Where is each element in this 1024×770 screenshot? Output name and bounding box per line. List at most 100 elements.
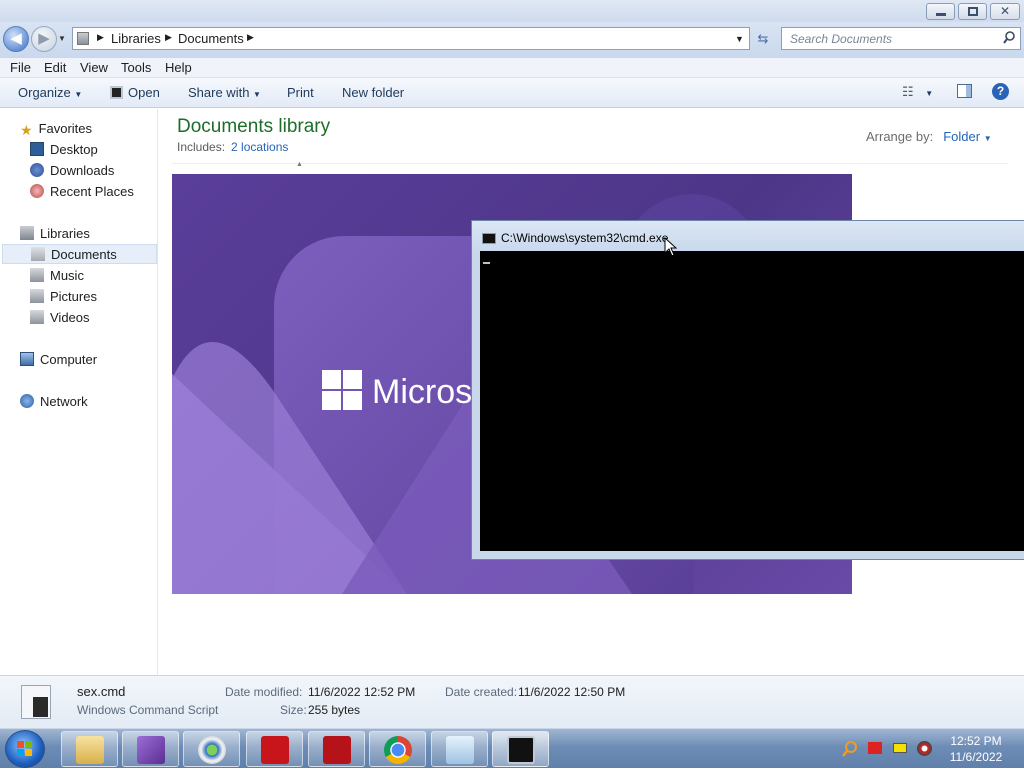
help-button[interactable]: ? xyxy=(992,83,1009,100)
pictures-icon xyxy=(30,289,44,303)
includes-locations-link[interactable]: 2 locations xyxy=(231,140,288,154)
search-box[interactable]: Search Documents xyxy=(781,27,1021,50)
nav-libraries-label: Libraries xyxy=(40,226,90,241)
share-with-button[interactable]: Share with ▼ xyxy=(188,85,261,100)
details-pane: sex.cmd Windows Command Script Date modi… xyxy=(0,675,1024,728)
minimize-icon xyxy=(936,13,946,16)
nav-videos[interactable]: Videos xyxy=(30,308,90,328)
close-button[interactable]: ✕ xyxy=(990,3,1020,20)
nav-pictures[interactable]: Pictures xyxy=(30,287,97,307)
nav-network-label: Network xyxy=(40,394,88,409)
arrange-by-dropdown[interactable]: Folder ▼ xyxy=(943,129,991,144)
action-center-flag-icon[interactable] xyxy=(868,742,882,754)
search-input[interactable]: Search Documents xyxy=(790,32,892,46)
address-dropdown-icon[interactable]: ▼ xyxy=(735,34,744,44)
cmd-title-bar[interactable]: C:\Windows\system32\cmd.exe xyxy=(472,221,1024,251)
taskbar-adobe-reader[interactable] xyxy=(308,731,365,767)
refresh-icon: ⇆ xyxy=(757,31,769,46)
nav-computer-label: Computer xyxy=(40,352,98,367)
windows-flag-icon xyxy=(17,741,32,756)
computer-icon xyxy=(20,352,34,366)
sort-arrow-icon: ▲ xyxy=(296,161,303,168)
nav-recent-places[interactable]: Recent Places xyxy=(30,182,134,202)
command-prompt-icon xyxy=(507,736,535,764)
size-value: 255 bytes xyxy=(308,703,361,717)
taskbar-windows-explorer[interactable] xyxy=(61,731,118,767)
date-created-label: Date created: xyxy=(445,685,518,699)
arrange-by: Arrange by: Folder ▼ xyxy=(866,129,992,144)
menu-view[interactable]: View xyxy=(80,60,108,75)
new-folder-button[interactable]: New folder xyxy=(342,85,404,100)
dropdown-arrow-icon: ▼ xyxy=(74,90,83,99)
search-icon[interactable] xyxy=(1003,31,1015,45)
open-button[interactable]: Open xyxy=(110,85,160,100)
breadcrumb-separator-icon: ▶ xyxy=(247,32,254,42)
start-button[interactable] xyxy=(5,730,45,768)
size-label: Size: xyxy=(280,703,307,717)
file-thumbnail-icon xyxy=(18,685,62,721)
tray-yellow-icon[interactable] xyxy=(893,743,907,753)
nav-libraries[interactable]: Libraries xyxy=(20,224,90,244)
system-clock[interactable]: 12:52 PM 11/6/2022 xyxy=(944,733,1008,765)
preview-pane-button[interactable] xyxy=(957,84,972,101)
preview-pane-icon xyxy=(957,84,972,98)
taskbar-notepad[interactable] xyxy=(431,731,488,767)
nav-network[interactable]: Network xyxy=(20,392,88,412)
back-arrow-icon: ◀ xyxy=(10,30,22,47)
libraries-icon xyxy=(20,226,34,240)
nav-documents[interactable]: Documents xyxy=(2,244,157,264)
dropdown-arrow-icon: ▼ xyxy=(925,89,934,98)
minimize-button[interactable] xyxy=(926,3,955,20)
nav-computer[interactable]: Computer xyxy=(20,350,97,370)
clock-date: 11/6/2022 xyxy=(949,750,1003,764)
menu-edit[interactable]: Edit xyxy=(44,60,66,75)
breadcrumb-documents[interactable]: Documents xyxy=(178,31,244,46)
nav-music[interactable]: Music xyxy=(30,266,84,286)
nav-favorites-label: Favorites xyxy=(38,121,93,136)
address-bar[interactable]: ▶ Libraries ▶ Documents ▶ ▼ xyxy=(72,27,750,50)
change-view-button[interactable]: ☷ ▼ xyxy=(902,84,933,100)
cmd-file-icon xyxy=(110,86,123,99)
organize-label: Organize xyxy=(18,85,71,100)
menu-file[interactable]: File xyxy=(10,60,31,75)
menu-help[interactable]: Help xyxy=(165,60,192,75)
restore-button[interactable] xyxy=(958,3,987,20)
date-modified-value: 11/6/2022 12:52 PM xyxy=(308,685,416,699)
nav-documents-label: Documents xyxy=(51,247,117,262)
organize-button[interactable]: Organize ▼ xyxy=(18,85,82,100)
refresh-button[interactable]: ⇆ xyxy=(752,28,774,49)
nav-favorites[interactable]: ★ Favorites xyxy=(20,119,92,139)
forward-button[interactable]: ▶ xyxy=(31,26,57,52)
nav-downloads[interactable]: Downloads xyxy=(30,161,114,181)
taskbar-google-chrome[interactable] xyxy=(369,731,426,767)
arrange-by-label: Arrange by: xyxy=(866,129,934,144)
cmd-console-area[interactable] xyxy=(480,251,1024,551)
taskbar-command-prompt[interactable] xyxy=(492,731,549,767)
volume-icon[interactable] xyxy=(917,741,932,756)
libraries-icon xyxy=(77,32,89,45)
navigation-pane: ★ Favorites Desktop Downloads Recent Plac… xyxy=(0,109,158,675)
address-row: ◀ ▶ ▼ ▶ Libraries ▶ Documents ▶ ▼ ⇆ Sear… xyxy=(0,22,1024,58)
downloads-icon xyxy=(30,163,44,177)
taskbar-visual-studio[interactable] xyxy=(122,731,179,767)
breadcrumb-libraries[interactable]: Libraries xyxy=(111,31,161,46)
wallpaper-text: Micros xyxy=(372,373,472,411)
taskbar-adobe-acrobat[interactable] xyxy=(246,731,303,767)
media-center-icon xyxy=(198,736,226,764)
menu-tools[interactable]: Tools xyxy=(121,60,151,75)
nav-desktop[interactable]: Desktop xyxy=(30,140,98,160)
menu-bar: File Edit View Tools Help xyxy=(0,58,1024,78)
back-button[interactable]: ◀ xyxy=(3,26,29,52)
tray-search-icon[interactable] xyxy=(842,741,858,757)
taskbar-media-center[interactable] xyxy=(183,731,240,767)
restore-icon xyxy=(968,7,978,16)
text-cursor xyxy=(483,262,490,264)
recent-pages-dropdown[interactable]: ▼ xyxy=(58,34,66,43)
cmd-window[interactable]: C:\Windows\system32\cmd.exe xyxy=(471,220,1024,560)
print-button[interactable]: Print xyxy=(287,85,314,100)
network-icon xyxy=(20,394,34,408)
cmd-app-icon xyxy=(482,233,496,244)
file-type: Windows Command Script xyxy=(77,703,219,717)
mouse-pointer-icon xyxy=(664,237,677,257)
library-includes: Includes: 2 locations xyxy=(177,140,288,154)
